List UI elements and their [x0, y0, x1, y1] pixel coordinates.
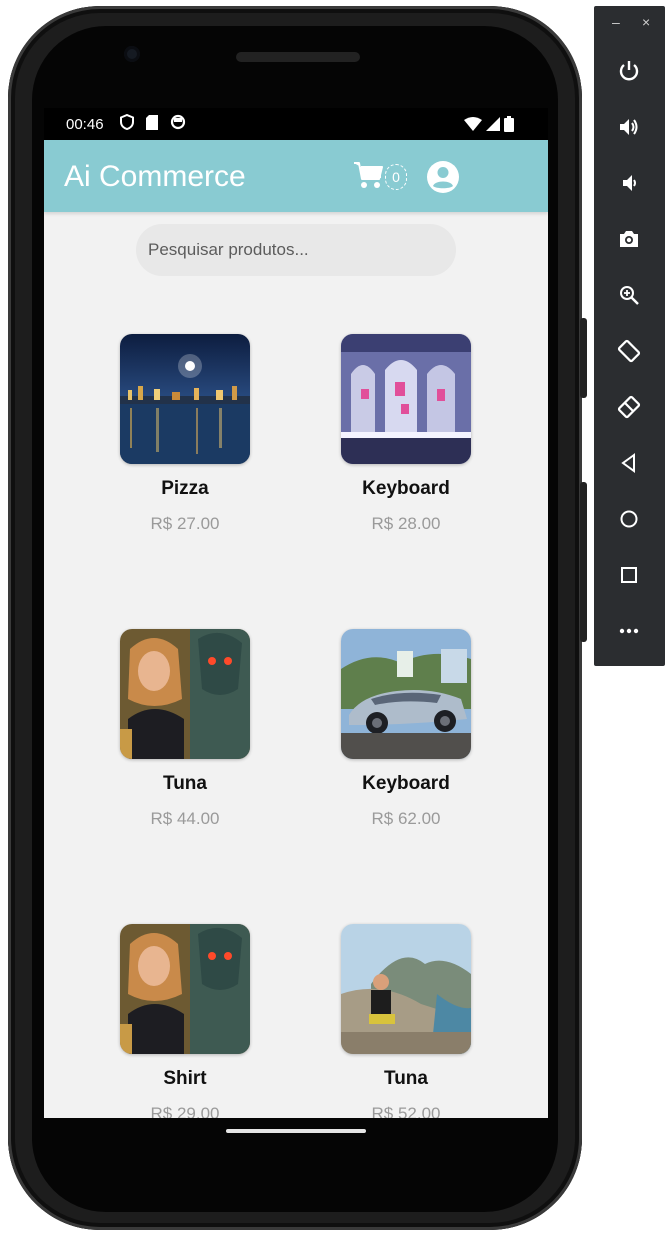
- signal-icon: [486, 117, 500, 131]
- product-name: Shirt: [163, 1068, 207, 1089]
- product-card[interactable]: Shirt R$ 29.00: [85, 924, 285, 1118]
- product-card[interactable]: Pizza R$ 27.00: [85, 334, 285, 534]
- product-card[interactable]: Tuna R$ 52.00: [306, 924, 506, 1118]
- emulator-toolbar: – ×: [594, 6, 665, 666]
- camera-icon[interactable]: [612, 222, 646, 256]
- cart-button[interactable]: 0: [353, 160, 409, 194]
- product-image[interactable]: [120, 629, 250, 759]
- volume-up-icon[interactable]: [612, 110, 646, 144]
- account-circle-icon: [426, 161, 460, 198]
- app-screen: 00:46 Ai Commerce 0 Pesquisar produtos..…: [44, 108, 548, 1118]
- product-card[interactable]: Keyboard R$ 62.00: [306, 629, 506, 829]
- zoom-icon[interactable]: [612, 278, 646, 312]
- more-icon[interactable]: [612, 614, 646, 648]
- front-camera: [124, 46, 140, 62]
- rotate-left-icon[interactable]: [612, 334, 646, 368]
- gesture-home-bar[interactable]: [226, 1129, 366, 1133]
- product-price: R$ 62.00: [371, 809, 441, 828]
- product-card[interactable]: Keyboard R$ 28.00: [306, 334, 506, 534]
- power-icon[interactable]: [612, 54, 646, 88]
- sd-card-icon: [146, 114, 158, 130]
- home-icon[interactable]: [612, 502, 646, 536]
- account-button[interactable]: [426, 160, 460, 194]
- earpiece-speaker: [236, 52, 360, 62]
- cart-count-badge: 0: [385, 164, 407, 190]
- status-bar: 00:46: [44, 108, 548, 140]
- product-name: Keyboard: [362, 773, 450, 794]
- product-image[interactable]: [120, 334, 250, 464]
- phone-power-button: [580, 318, 587, 398]
- product-name: Tuna: [384, 1068, 428, 1089]
- back-icon[interactable]: [612, 446, 646, 480]
- product-price: R$ 27.00: [150, 514, 220, 533]
- app-title: Ai Commerce: [64, 160, 246, 193]
- product-price: R$ 29.00: [150, 1104, 220, 1118]
- battery-icon: [504, 116, 514, 132]
- product-image[interactable]: [341, 924, 471, 1054]
- minimize-icon[interactable]: –: [612, 14, 620, 30]
- phone-volume-button: [580, 482, 587, 642]
- product-price: R$ 28.00: [371, 514, 441, 533]
- sync-icon: [170, 114, 186, 130]
- close-icon[interactable]: ×: [642, 14, 650, 30]
- shield-icon: [120, 114, 134, 130]
- product-image[interactable]: [120, 924, 250, 1054]
- product-price: R$ 52.00: [371, 1104, 441, 1118]
- rotate-right-icon[interactable]: [612, 390, 646, 424]
- product-card[interactable]: Tuna R$ 44.00: [85, 629, 285, 829]
- search-input[interactable]: [136, 224, 456, 276]
- product-image[interactable]: [341, 334, 471, 464]
- wifi-icon: [464, 117, 482, 131]
- app-bar: Ai Commerce 0: [44, 140, 548, 212]
- product-image[interactable]: [341, 629, 471, 759]
- product-name: Pizza: [161, 478, 209, 499]
- product-name: Keyboard: [362, 478, 450, 499]
- cart-icon: [353, 161, 383, 194]
- volume-down-icon[interactable]: [612, 166, 646, 200]
- overview-icon[interactable]: [612, 558, 646, 592]
- product-price: R$ 44.00: [150, 809, 220, 828]
- status-time: 00:46: [66, 116, 104, 133]
- product-name: Tuna: [163, 773, 207, 794]
